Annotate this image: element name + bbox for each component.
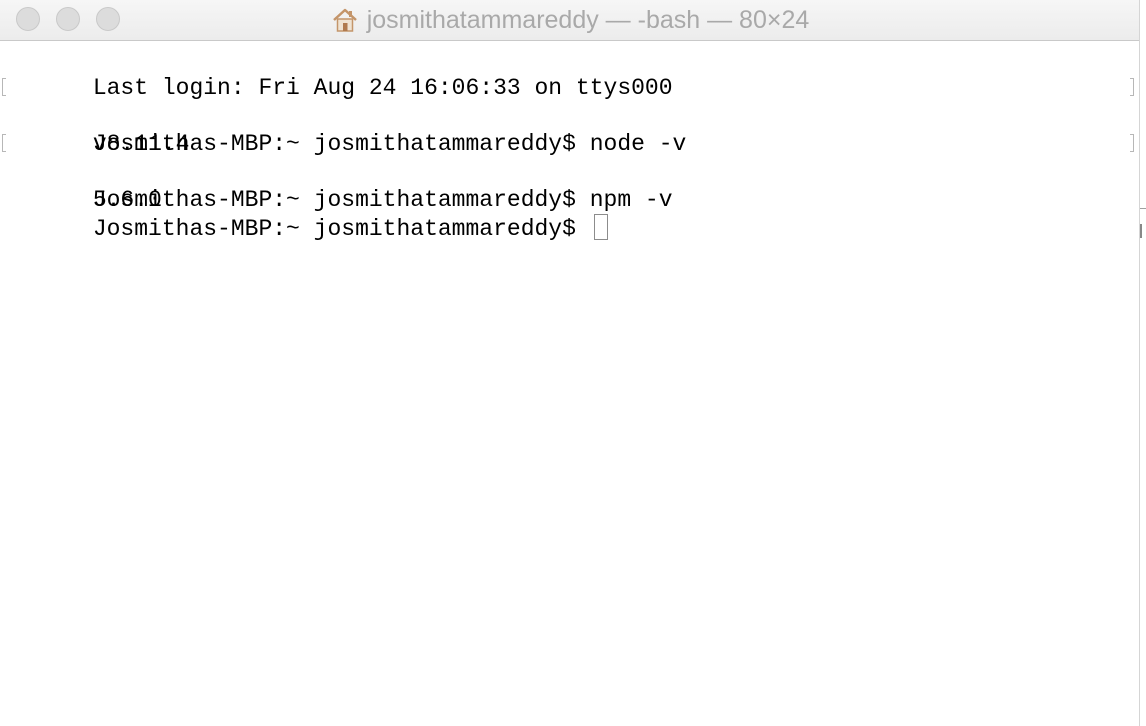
terminal-output[interactable]: Last login: Fri Aug 24 16:06:33 on ttys0… xyxy=(2,46,1134,242)
terminal-line: Josmithas-MBP:~ josmithatammareddy$ npm … xyxy=(2,130,1134,213)
mark-bracket-left xyxy=(2,78,6,96)
text-cursor xyxy=(593,214,608,240)
terminal-line: 5.6.0 xyxy=(10,158,1130,213)
terminal-prompt-line[interactable]: Josmithas-MBP:~ josmithatammareddy$ xyxy=(10,186,1130,242)
terminal-line: Josmithas-MBP:~ josmithatammareddy$ node… xyxy=(2,74,1134,157)
edge-handle xyxy=(1140,224,1146,238)
title-bar[interactable]: josmithatammareddy — -bash — 80×24 xyxy=(0,0,1140,41)
window-title-container: josmithatammareddy — -bash — 80×24 xyxy=(0,0,1140,40)
mark-bracket-left xyxy=(2,134,6,152)
mark-bracket-right xyxy=(1130,78,1134,96)
terminal-line: Last login: Fri Aug 24 16:06:33 on ttys0… xyxy=(10,46,1130,101)
home-icon xyxy=(332,8,357,32)
terminal-line: v8.11.4 xyxy=(10,102,1130,157)
window-title: josmithatammareddy — -bash — 80×24 xyxy=(366,5,810,34)
shell-prompt: Josmithas-MBP:~ josmithatammareddy$ xyxy=(92,216,590,242)
edge-divider xyxy=(1140,208,1146,209)
terminal-window: josmithatammareddy — -bash — 80×24 Last … xyxy=(0,0,1146,726)
mark-bracket-right xyxy=(1130,134,1134,152)
window-edge xyxy=(1139,0,1146,726)
